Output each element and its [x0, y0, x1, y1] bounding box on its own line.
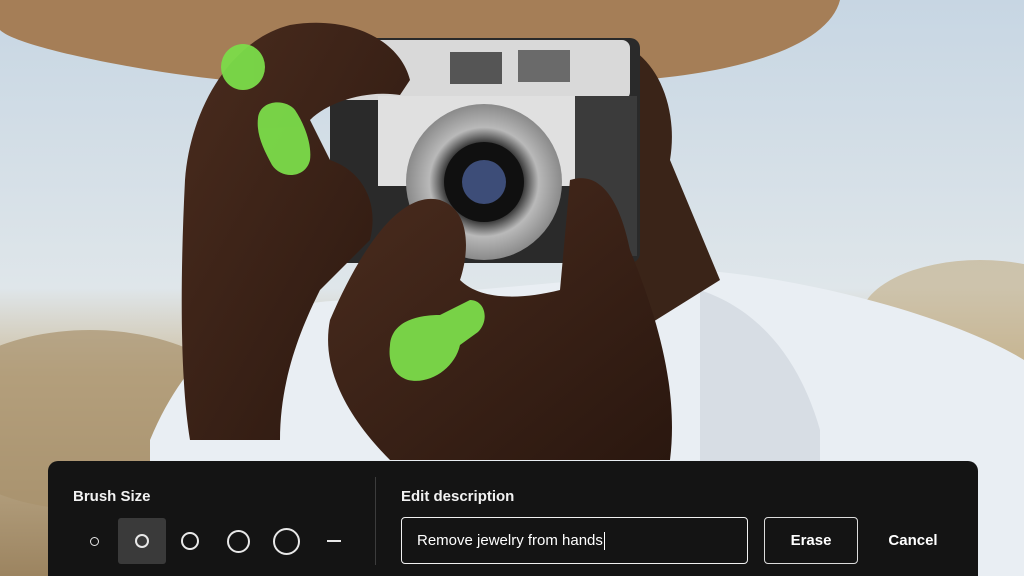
- cancel-button[interactable]: Cancel: [872, 517, 954, 564]
- brush-circle-icon: [272, 527, 300, 555]
- toolbar-divider: [375, 477, 376, 565]
- edit-description-label: Edit description: [401, 488, 515, 505]
- edit-description-input[interactable]: Remove jewelry from hands: [401, 517, 748, 564]
- brush-circle-icon: [181, 532, 199, 550]
- brush-size-large[interactable]: [214, 518, 262, 564]
- dash-icon: [327, 540, 341, 542]
- brush-circle-icon: [226, 529, 250, 553]
- brush-size-label: Brush Size: [73, 488, 151, 505]
- brush-size-extra-small[interactable]: [70, 518, 118, 564]
- brush-size-extra-large[interactable]: [262, 518, 310, 564]
- text-caret: [603, 531, 605, 550]
- brush-line-tool[interactable]: [310, 518, 358, 564]
- brush-size-medium[interactable]: [166, 518, 214, 564]
- edit-description-value: Remove jewelry from hands: [417, 532, 603, 549]
- brush-circle-icon: [89, 536, 99, 546]
- edit-toolbar: Brush Size Edit description Remove jewel…: [48, 461, 978, 576]
- brush-circle-icon: [135, 534, 149, 548]
- brush-size-small[interactable]: [118, 518, 166, 564]
- brush-size-options: [70, 518, 358, 564]
- erase-button[interactable]: Erase: [764, 517, 858, 564]
